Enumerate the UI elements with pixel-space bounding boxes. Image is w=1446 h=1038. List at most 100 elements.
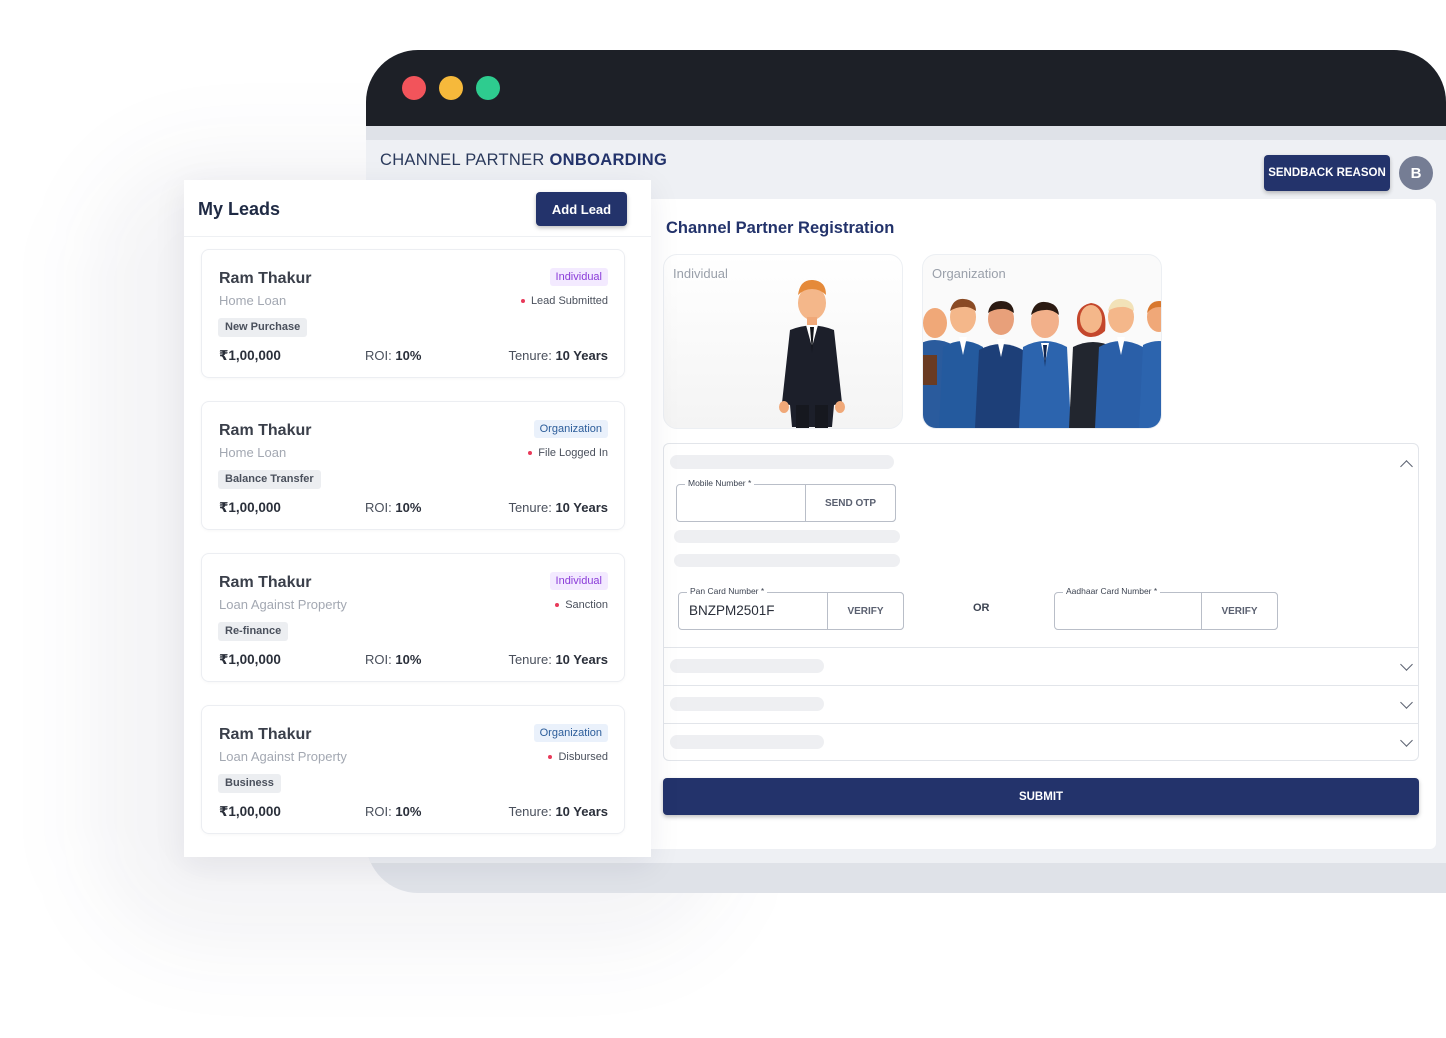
lead-status: File Logged In: [528, 447, 608, 459]
lead-roi: ROI: 10%: [365, 500, 421, 515]
page-brand-title: CHANNEL PARTNER ONBOARDING: [380, 151, 667, 170]
tenure-label: Tenure:: [508, 348, 552, 363]
lead-name: Ram Thakur: [219, 574, 312, 591]
send-otp-button[interactable]: SEND OTP: [805, 484, 896, 522]
minimize-window-dot[interactable]: [439, 76, 463, 100]
section-title-placeholder: [670, 659, 824, 673]
roi-label: ROI:: [365, 804, 392, 819]
tenure-label: Tenure:: [508, 500, 552, 515]
partner-type-organization[interactable]: Organization: [922, 254, 1162, 429]
lead-card[interactable]: Ram Thakur Home Loan Balance Transfer Or…: [201, 401, 625, 530]
lead-type-badge: Organization: [533, 724, 608, 742]
my-leads-panel: My Leads Add Lead Ram Thakur Home Loan N…: [184, 180, 651, 857]
pan-verify-button[interactable]: VERIFY: [827, 592, 904, 630]
skeleton-line: [674, 530, 900, 543]
chevron-down-icon[interactable]: [1400, 658, 1413, 671]
accordion-section-collapsed[interactable]: [664, 723, 1418, 761]
roi-label: ROI:: [365, 500, 392, 515]
mobile-number-label: Mobile Number *: [685, 478, 755, 488]
lead-tenure: Tenure: 10 Years: [508, 652, 608, 667]
lead-card[interactable]: Ram Thakur Loan Against Property Re-fina…: [201, 553, 625, 682]
tenure-value: 10 Years: [555, 500, 608, 515]
section-title-placeholder: [670, 697, 824, 711]
registration-card: Channel Partner Registration Individual: [642, 199, 1436, 849]
roi-value: 10%: [395, 652, 422, 667]
lead-product: Loan Against Property: [219, 597, 347, 612]
lead-type-badge: Individual: [549, 268, 608, 286]
lead-status-text: File Logged In: [538, 447, 608, 459]
leads-title: My Leads: [198, 199, 281, 219]
roi-value: 10%: [395, 348, 422, 363]
chevron-down-icon[interactable]: [1400, 696, 1413, 709]
lead-product: Home Loan: [219, 293, 287, 308]
status-dot-icon: [555, 603, 560, 608]
lead-roi: ROI: 10%: [365, 652, 421, 667]
lead-status-text: Sanction: [565, 599, 608, 611]
skeleton-line: [674, 554, 900, 567]
lead-tag: Balance Transfer: [218, 470, 321, 489]
tenure-label: Tenure:: [508, 804, 552, 819]
lead-roi: ROI: 10%: [365, 804, 421, 819]
roi-label: ROI:: [365, 348, 392, 363]
lead-status: Sanction: [555, 599, 608, 611]
submit-button[interactable]: SUBMIT: [663, 778, 1419, 815]
lead-name: Ram Thakur: [219, 726, 312, 743]
status-dot-icon: [548, 755, 553, 760]
lead-tag: New Purchase: [218, 318, 308, 337]
accordion-section-collapsed[interactable]: [664, 685, 1418, 723]
lead-amount: ₹1,00,000: [219, 348, 281, 363]
brand-bold-text: ONBOARDING: [549, 151, 668, 169]
lead-tenure: Tenure: 10 Years: [508, 804, 608, 819]
individual-person-icon: [779, 279, 845, 428]
roi-value: 10%: [395, 500, 422, 515]
lead-status: Disbursed: [548, 751, 608, 763]
tenure-value: 10 Years: [555, 348, 608, 363]
lead-name: Ram Thakur: [219, 270, 312, 287]
accordion-section-collapsed[interactable]: [664, 647, 1418, 685]
registration-accordion: Mobile Number * SEND OTP Pan Card Number…: [663, 443, 1419, 761]
roi-value: 10%: [395, 804, 422, 819]
add-lead-button[interactable]: Add Lead: [536, 192, 627, 226]
leads-header: My Leads Add Lead: [184, 180, 651, 237]
lead-type-badge: Individual: [549, 572, 608, 590]
lead-card[interactable]: Ram Thakur Loan Against Property Busines…: [201, 705, 625, 834]
aadhaar-verify-button[interactable]: VERIFY: [1201, 592, 1278, 630]
lead-amount: ₹1,00,000: [219, 500, 281, 515]
chevron-down-icon[interactable]: [1400, 734, 1413, 747]
tenure-label: Tenure:: [508, 652, 552, 667]
lead-tenure: Tenure: 10 Years: [508, 348, 608, 363]
close-window-dot[interactable]: [402, 76, 426, 100]
status-dot-icon: [520, 299, 525, 304]
organization-team-icon: [923, 298, 1161, 428]
partner-type-individual[interactable]: Individual: [663, 254, 903, 429]
tenure-value: 10 Years: [555, 804, 608, 819]
brand-light-text: CHANNEL PARTNER: [380, 151, 545, 169]
chevron-up-icon[interactable]: [1400, 460, 1413, 473]
section-title-placeholder: [670, 735, 824, 749]
status-dot-icon: [528, 451, 533, 456]
aadhaar-card-label: Aadhaar Card Number *: [1063, 586, 1161, 596]
roi-label: ROI:: [365, 652, 392, 667]
mobile-number-field[interactable]: Mobile Number * SEND OTP: [676, 478, 896, 522]
lead-amount: ₹1,00,000: [219, 652, 281, 667]
lead-amount: ₹1,00,000: [219, 804, 281, 819]
aadhaar-card-field[interactable]: Aadhaar Card Number * VERIFY: [1054, 586, 1278, 630]
window-titlebar: [366, 50, 1446, 126]
lead-tag: Business: [218, 774, 281, 793]
or-separator: OR: [973, 602, 990, 614]
tenure-value: 10 Years: [555, 652, 608, 667]
lead-roi: ROI: 10%: [365, 348, 421, 363]
lead-product: Loan Against Property: [219, 749, 347, 764]
pan-card-value: BNZPM2501F: [689, 603, 775, 618]
lead-tenure: Tenure: 10 Years: [508, 500, 608, 515]
lead-product: Home Loan: [219, 445, 287, 460]
maximize-window-dot[interactable]: [476, 76, 500, 100]
user-avatar[interactable]: B: [1399, 156, 1433, 190]
lead-type-badge: Organization: [533, 420, 608, 438]
lead-card[interactable]: Ram Thakur Home Loan New Purchase Indivi…: [201, 249, 625, 378]
pan-card-field[interactable]: Pan Card Number * BNZPM2501F VERIFY: [678, 586, 904, 630]
lead-tag: Re-finance: [218, 622, 289, 641]
section-title-placeholder: [670, 455, 894, 469]
sendback-reason-button[interactable]: SENDBACK REASON: [1264, 155, 1390, 191]
lead-status-text: Disbursed: [558, 751, 608, 763]
